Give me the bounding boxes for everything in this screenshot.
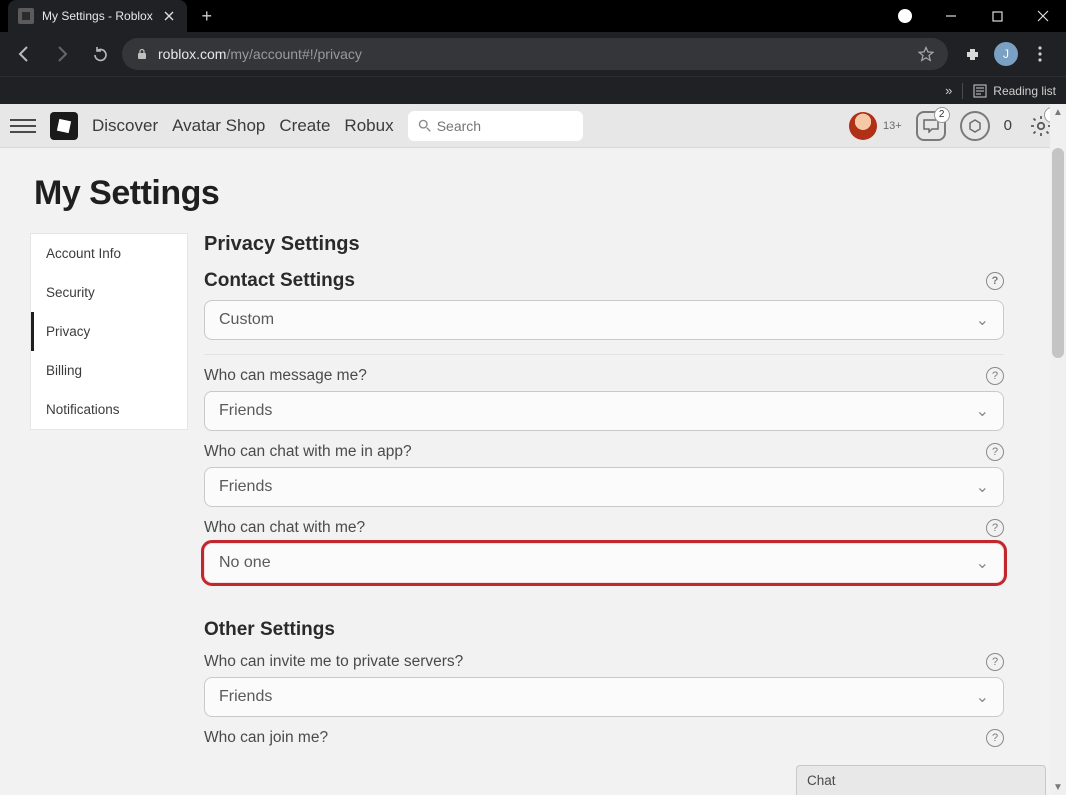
nav-avatar-shop[interactable]: Avatar Shop (172, 116, 265, 136)
address-bar[interactable]: roblox.com/my/account#!/privacy (122, 38, 948, 70)
sidebar-item-security[interactable]: Security (31, 273, 187, 312)
url-text: roblox.com/my/account#!/privacy (158, 46, 908, 62)
extensions-button[interactable] (958, 40, 986, 68)
message-label: Who can message me? ? (204, 367, 1004, 385)
page-viewport: Discover Avatar Shop Create Robux 13+ 2 … (0, 104, 1066, 795)
messages-badge: 2 (934, 107, 950, 123)
robux-count: 0 (1004, 117, 1012, 134)
help-icon[interactable]: ? (986, 519, 1004, 537)
chat-select[interactable]: No one ⌄ (204, 543, 1004, 583)
chat-app-select[interactable]: Friends ⌄ (204, 467, 1004, 507)
page-body: My Settings Account Info Security Privac… (0, 148, 1066, 753)
new-tab-button[interactable]: + (193, 2, 221, 30)
browser-account-indicator[interactable] (882, 0, 928, 32)
bookmark-star-icon[interactable] (918, 46, 934, 62)
window-close-button[interactable] (1020, 0, 1066, 32)
chevron-down-icon: ⌄ (976, 401, 989, 421)
chat-app-value: Friends (219, 478, 272, 496)
private-servers-value: Friends (219, 688, 272, 706)
chat-dock-label: Chat (807, 773, 836, 788)
browser-menu-button[interactable] (1026, 40, 1054, 68)
browser-toolbar: roblox.com/my/account#!/privacy J (0, 32, 1066, 76)
site-top-nav: Discover Avatar Shop Create Robux 13+ 2 … (0, 104, 1066, 148)
sidebar-item-account-info[interactable]: Account Info (31, 234, 187, 273)
chevron-down-icon: ⌄ (976, 310, 989, 330)
site-menu-button[interactable] (10, 113, 36, 139)
message-value: Friends (219, 402, 272, 420)
sidebar-item-notifications[interactable]: Notifications (31, 390, 187, 429)
private-servers-label: Who can invite me to private servers? ? (204, 653, 1004, 671)
site-logo[interactable] (50, 112, 78, 140)
sidebar-item-billing[interactable]: Billing (31, 351, 187, 390)
chevron-down-icon: ⌄ (976, 477, 989, 497)
tab-favicon (18, 8, 34, 24)
messages-button[interactable]: 2 (916, 111, 946, 141)
reading-list-label: Reading list (993, 84, 1056, 98)
contact-mode-select[interactable]: Custom ⌄ (204, 300, 1004, 340)
other-settings-heading: Other Settings (204, 619, 1004, 641)
sidebar-item-privacy[interactable]: Privacy (31, 312, 187, 351)
chat-label: Who can chat with me? ? (204, 519, 1004, 537)
chevron-down-icon: ⌄ (976, 553, 989, 573)
nav-reload-button[interactable] (84, 38, 116, 70)
help-icon[interactable]: ? (986, 653, 1004, 671)
browser-profile-button[interactable]: J (992, 40, 1020, 68)
chat-app-label: Who can chat with me in app? ? (204, 443, 1004, 461)
help-icon[interactable]: ? (986, 272, 1004, 290)
tab-title: My Settings - Roblox (42, 9, 153, 23)
help-icon[interactable]: ? (986, 729, 1004, 747)
tab-close-button[interactable] (161, 8, 177, 24)
settings-main: Privacy Settings Contact Settings ? Cust… (204, 233, 1004, 753)
age-badge: 13+ (883, 120, 902, 132)
scroll-thumb[interactable] (1052, 148, 1064, 358)
nav-create[interactable]: Create (279, 116, 330, 136)
chevron-down-icon: ⌄ (976, 687, 989, 707)
section-privacy-title: Privacy Settings (204, 233, 1004, 256)
nav-robux[interactable]: Robux (344, 116, 393, 136)
contact-mode-value: Custom (219, 311, 274, 329)
scroll-down-arrow[interactable]: ▼ (1050, 779, 1066, 795)
join-label: Who can join me? ? (204, 729, 1004, 747)
chat-dock[interactable]: Chat (796, 765, 1046, 795)
nav-discover[interactable]: Discover (92, 116, 158, 136)
page-title: My Settings (34, 174, 1036, 213)
private-servers-select[interactable]: Friends ⌄ (204, 677, 1004, 717)
browser-tab[interactable]: My Settings - Roblox (8, 0, 187, 32)
bookmarks-strip: » Reading list (0, 76, 1066, 104)
nav-forward-button[interactable] (46, 38, 78, 70)
bookmarks-overflow-icon[interactable]: » (945, 83, 952, 98)
divider (204, 354, 1004, 355)
search-icon (418, 118, 431, 133)
settings-sidebar: Account Info Security Privacy Billing No… (30, 233, 188, 430)
window-minimize-button[interactable] (928, 0, 974, 32)
site-search-input[interactable] (437, 118, 573, 134)
user-avatar (849, 112, 877, 140)
profile-initial: J (994, 42, 1018, 66)
lock-icon (136, 48, 148, 60)
message-select[interactable]: Friends ⌄ (204, 391, 1004, 431)
window-titlebar: My Settings - Roblox + (0, 0, 1066, 32)
divider (962, 83, 963, 99)
contact-settings-heading: Contact Settings ? (204, 270, 1004, 292)
site-search[interactable] (408, 111, 583, 141)
help-icon[interactable]: ? (986, 443, 1004, 461)
window-controls (882, 0, 1066, 32)
chat-value: No one (219, 554, 271, 572)
vertical-scrollbar[interactable]: ▲ ▼ (1050, 104, 1066, 795)
reading-list-button[interactable]: Reading list (973, 84, 1056, 98)
scroll-up-arrow[interactable]: ▲ (1050, 104, 1066, 120)
extension-icons: J (954, 40, 1058, 68)
robux-icon[interactable] (960, 111, 990, 141)
user-chip[interactable]: 13+ (849, 112, 902, 140)
nav-back-button[interactable] (8, 38, 40, 70)
window-maximize-button[interactable] (974, 0, 1020, 32)
help-icon[interactable]: ? (986, 367, 1004, 385)
